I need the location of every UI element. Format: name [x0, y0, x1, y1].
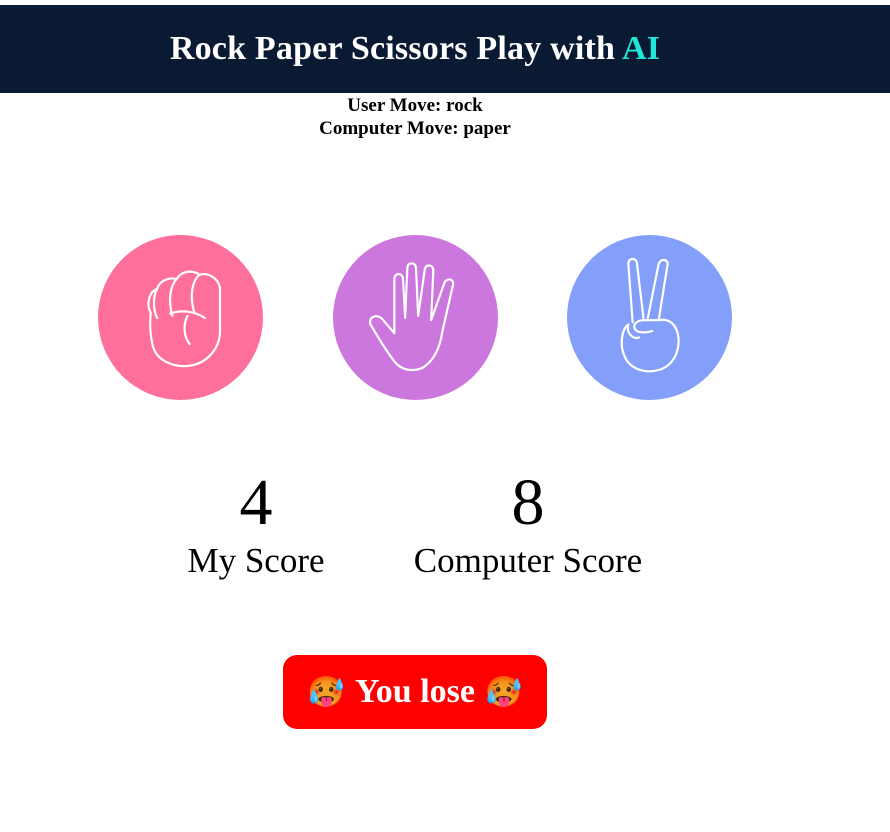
hot-face-icon: 🥵 — [307, 675, 346, 709]
title-text: Rock Paper Scissors Play with — [169, 30, 622, 67]
open-hand-icon — [368, 261, 454, 371]
header-bar: Rock Paper Scissors Play with AI — [0, 5, 890, 93]
title-accent: AI — [621, 30, 661, 67]
move-summary: User Move: rock Computer Move: paper — [0, 94, 830, 140]
computer-score-value: 8 — [511, 466, 545, 539]
computer-move-text: Computer Move: paper — [319, 118, 511, 139]
computer-score-label: Computer Score — [413, 541, 643, 580]
fist-icon — [146, 270, 221, 367]
user-score-label: My Score — [187, 541, 325, 580]
rock-button[interactable] — [98, 235, 263, 400]
user-score: 4 My Score — [176, 465, 336, 581]
user-score-value: 4 — [239, 466, 273, 539]
hot-face-icon: 🥵 — [484, 675, 523, 709]
paper-button[interactable] — [333, 235, 498, 400]
result-text: You lose — [355, 673, 475, 710]
game-page: Rock Paper Scissors Play with AI User Mo… — [0, 0, 890, 832]
result-banner[interactable]: 🥵 You lose 🥵 — [283, 655, 547, 729]
page-title: Rock Paper Scissors Play with AI — [170, 30, 660, 68]
peace-hand-icon — [620, 257, 680, 372]
user-move-text: User Move: rock — [347, 95, 483, 116]
computer-score: 8 Computer Score — [398, 465, 658, 581]
scissors-button[interactable] — [567, 235, 732, 400]
